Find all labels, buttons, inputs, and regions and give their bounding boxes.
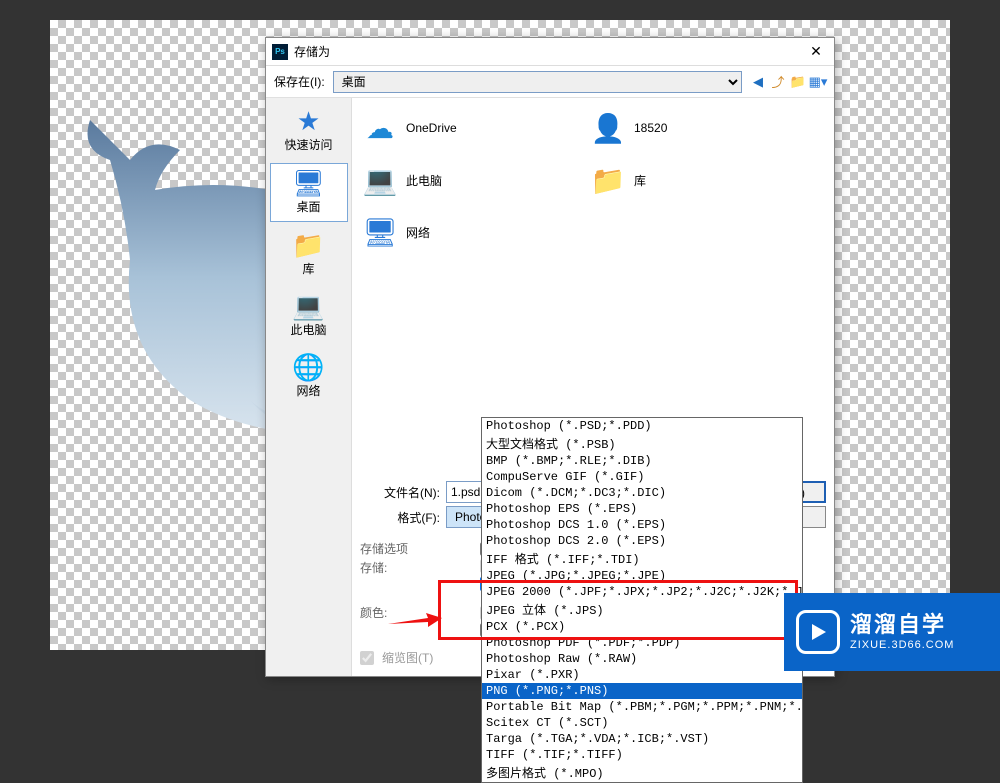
format-option[interactable]: Photoshop DCS 1.0 (*.EPS) <box>482 517 802 533</box>
format-option[interactable]: Photoshop (*.PSD;*.PDD) <box>482 418 802 434</box>
folder-icon: 💻 <box>292 293 324 319</box>
dialog-title: 存储为 <box>294 43 804 60</box>
color-label: 颜色: <box>360 604 450 621</box>
file-item-label: OneDrive <box>406 121 457 135</box>
format-option[interactable]: 大型文档格式 (*.PSB) <box>482 434 802 453</box>
storage-label: 存储: <box>360 559 450 576</box>
dialog-titlebar: Ps 存储为 ✕ <box>266 38 834 66</box>
sidebar-item-label: 快速访问 <box>284 136 332 153</box>
format-label: 格式(F): <box>360 509 440 526</box>
folder-icon: 📁 <box>292 232 324 258</box>
file-icon: 📁 <box>590 162 626 198</box>
file-item-label: 库 <box>634 172 646 189</box>
places-sidebar: ★快速访问🖥桌面📁库💻此电脑🌐网络 <box>266 98 352 676</box>
format-option[interactable]: Scitex CT (*.SCT) <box>482 715 802 731</box>
format-option[interactable]: PNG (*.PNG;*.PNS) <box>482 683 802 699</box>
format-option[interactable]: JPEG 2000 (*.JPF;*.JPX;*.JP2;*.J2C;*.J2K… <box>482 584 802 600</box>
format-option[interactable]: Targa (*.TGA;*.VDA;*.ICB;*.VST) <box>482 731 802 747</box>
play-icon <box>796 610 840 654</box>
format-option[interactable]: Photoshop Raw (*.RAW) <box>482 651 802 667</box>
format-option[interactable]: Pixar (*.PXR) <box>482 667 802 683</box>
sidebar-item-2[interactable]: 📁库 <box>270 226 348 283</box>
thumbnail-label: 缩览图(T) <box>382 649 433 666</box>
watermark-url: ZIXUE.3D66.COM <box>850 639 954 652</box>
folder-icon: 🌐 <box>292 354 324 380</box>
format-option[interactable]: 多图片格式 (*.MPO) <box>482 763 802 782</box>
file-item-label: 18520 <box>634 121 667 135</box>
photoshop-icon: Ps <box>272 44 288 60</box>
storage-options-label: 存储选项 <box>360 540 450 557</box>
sidebar-item-label: 此电脑 <box>290 321 326 338</box>
sidebar-item-1[interactable]: 🖥 桌面 <box>270 163 348 222</box>
new-folder-icon[interactable]: 📁 <box>790 74 806 90</box>
sidebar-item-label: 网络 <box>296 382 320 399</box>
format-option[interactable]: JPEG 立体 (*.JPS) <box>482 600 802 619</box>
folder-icon: 🖥 <box>292 170 325 196</box>
file-item-label: 网络 <box>406 224 430 241</box>
file-icon: ☁ <box>362 110 398 146</box>
format-option[interactable]: TIFF (*.TIF;*.TIFF) <box>482 747 802 763</box>
file-icon: 🖥 <box>362 214 398 250</box>
format-option[interactable]: Photoshop PDF (*.PDF;*.PDP) <box>482 635 802 651</box>
filename-label: 文件名(N): <box>360 484 440 501</box>
format-option[interactable]: CompuServe GIF (*.GIF) <box>482 469 802 485</box>
format-option[interactable]: Photoshop DCS 2.0 (*.EPS) <box>482 533 802 549</box>
format-option[interactable]: Dicom (*.DCM;*.DC3;*.DIC) <box>482 485 802 501</box>
folder-icon: ★ <box>297 108 320 134</box>
file-icon: 👤 <box>590 110 626 146</box>
sidebar-item-0[interactable]: ★ 快速访问 <box>270 102 348 159</box>
format-option[interactable]: Photoshop EPS (*.EPS) <box>482 501 802 517</box>
file-item-1[interactable]: 👤 18520 <box>588 106 808 150</box>
file-item-0[interactable]: ☁ OneDrive <box>360 106 580 150</box>
file-item-label: 此电脑 <box>406 172 442 189</box>
save-in-select[interactable]: 桌面 <box>333 71 742 93</box>
sidebar-item-label: 库 <box>302 260 314 277</box>
watermark-brand: 溜溜自学 <box>850 612 954 638</box>
file-item-2[interactable]: 💻 此电脑 <box>360 158 580 202</box>
format-dropdown-list[interactable]: Photoshop (*.PSD;*.PDD)大型文档格式 (*.PSB)BMP… <box>481 417 803 783</box>
format-option[interactable]: PCX (*.PCX) <box>482 619 802 635</box>
file-item-3[interactable]: 📁库 <box>588 158 808 202</box>
checkbox-thumbnail <box>360 651 374 665</box>
file-item-4[interactable]: 🖥 网络 <box>360 210 580 254</box>
format-option[interactable]: BMP (*.BMP;*.RLE;*.DIB) <box>482 453 802 469</box>
save-in-label: 保存在(I): <box>274 73 325 90</box>
format-option[interactable]: IFF 格式 (*.IFF;*.TDI) <box>482 549 802 568</box>
sidebar-item-label: 桌面 <box>296 198 320 215</box>
watermark-badge: 溜溜自学 ZIXUE.3D66.COM <box>784 593 1000 671</box>
back-icon[interactable]: ◀ <box>750 74 766 90</box>
sidebar-item-4[interactable]: 🌐 网络 <box>270 348 348 405</box>
format-option[interactable]: JPEG (*.JPG;*.JPEG;*.JPE) <box>482 568 802 584</box>
sidebar-item-3[interactable]: 💻 此电脑 <box>270 287 348 344</box>
view-menu-icon[interactable]: ▦▾ <box>810 74 826 90</box>
format-option[interactable]: Portable Bit Map (*.PBM;*.PGM;*.PPM;*.PN… <box>482 699 802 715</box>
up-icon[interactable]: ⤴ <box>770 74 786 90</box>
dialog-toolbar: 保存在(I): 桌面 ◀ ⤴ 📁 ▦▾ <box>266 66 834 98</box>
file-icon: 💻 <box>362 162 398 198</box>
close-icon[interactable]: ✕ <box>804 43 828 60</box>
